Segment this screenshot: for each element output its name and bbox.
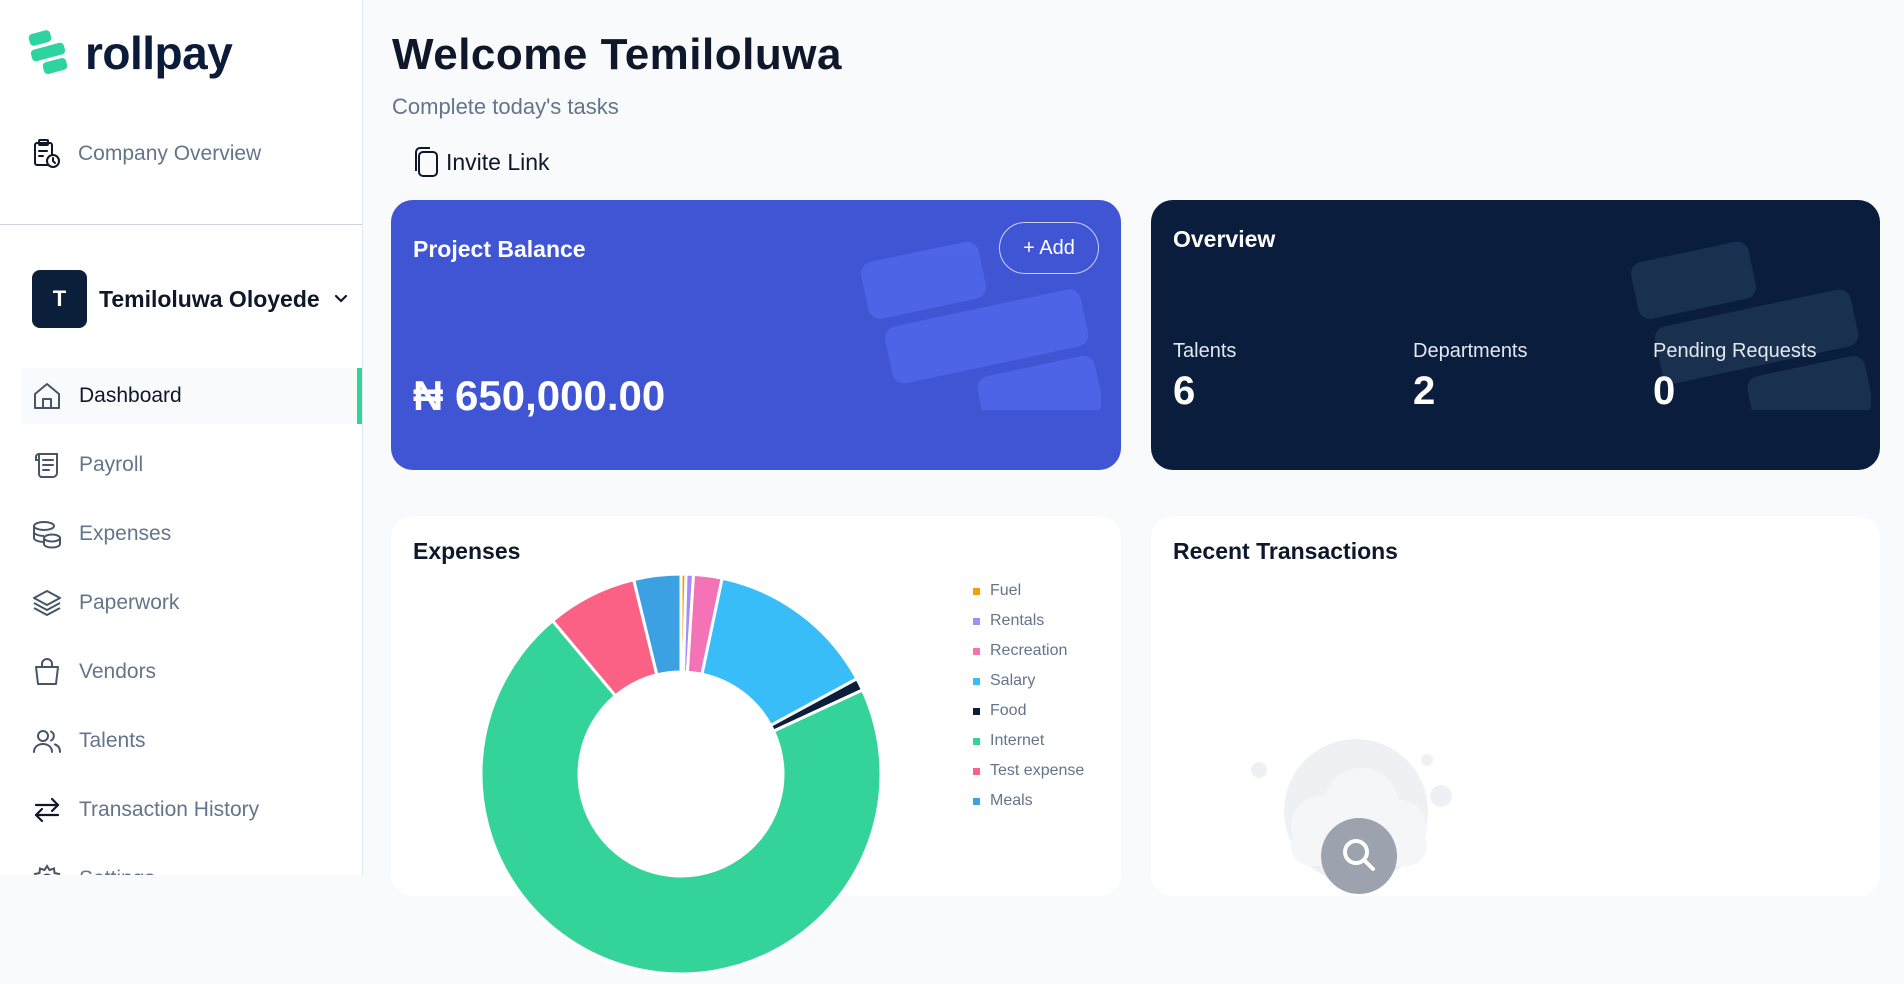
sidebar-item-payroll[interactable]: Payroll [21, 437, 362, 493]
legend-swatch [973, 647, 980, 655]
legend-label: Test expense [990, 762, 1085, 779]
stat-departments: Departments 2 [1413, 340, 1528, 414]
legend-swatch [973, 677, 980, 685]
stat-label: Pending Requests [1653, 340, 1817, 362]
invite-link-button[interactable]: Invite Link [412, 146, 550, 178]
gear-icon [33, 864, 61, 875]
stat-value: 2 [1413, 369, 1436, 413]
coins-icon [33, 521, 61, 549]
recent-transactions-panel: Recent Transactions [1151, 516, 1880, 896]
sidebar-nav: Dashboard Payroll Expenses Paperwork Ven… [21, 368, 362, 875]
project-balance-amount: ₦ 650,000.00 [413, 372, 666, 419]
sidebar-item-vendors[interactable]: Vendors [21, 644, 362, 700]
sidebar-item-label: Expenses [79, 522, 172, 545]
home-icon [34, 383, 60, 409]
sidebar-item-expenses[interactable]: Expenses [21, 506, 362, 562]
expenses-panel: Expenses Fuel Rentals Recreation Salary Food… [391, 516, 1121, 976]
chevron-down-icon [334, 294, 347, 303]
sidebar-item-label: Talents [79, 729, 146, 752]
legend-label: Recreation [990, 642, 1068, 659]
invite-link-label: Invite Link [446, 148, 550, 175]
company-overview-link[interactable]: Company Overview [30, 138, 261, 170]
legend-label: Internet [990, 732, 1045, 749]
expenses-donut-chart [479, 572, 883, 976]
user-switcher[interactable]: T Temiloluwa Oloyede [32, 270, 350, 328]
project-balance-title: Project Balance [413, 236, 586, 262]
legend-item[interactable]: Fuel [973, 576, 1084, 606]
sidebar-item-label: Vendors [79, 660, 157, 683]
brand-name: rollpay [85, 27, 233, 79]
arrows-swap-icon [34, 797, 60, 823]
sidebar-item-talents[interactable]: Talents [21, 713, 362, 769]
legend-item[interactable]: Recreation [973, 636, 1084, 666]
sidebar-divider [0, 224, 362, 225]
legend-label: Food [990, 702, 1027, 719]
avatar: T [32, 270, 87, 328]
expenses-legend: Fuel Rentals Recreation Salary Food Internet T… [973, 576, 1084, 816]
page-title: Welcome Temiloluwa [392, 30, 842, 79]
legend-item[interactable]: Internet [973, 726, 1084, 756]
legend-item[interactable]: Meals [973, 786, 1084, 816]
sidebar-item-label: Paperwork [79, 591, 180, 614]
sidebar-item-label: Dashboard [79, 384, 182, 407]
shopping-bag-icon [35, 658, 59, 685]
stat-pending-requests: Pending Requests 0 [1653, 340, 1816, 414]
layers-icon [33, 590, 61, 616]
legend-item[interactable]: Food [973, 696, 1084, 726]
stat-value: 6 [1173, 369, 1196, 413]
sidebar-item-settings[interactable]: Settings [21, 851, 362, 875]
scroll-icon [35, 453, 58, 478]
sidebar-item-dashboard[interactable]: Dashboard [21, 368, 362, 424]
legend-swatch [973, 587, 980, 595]
sidebar-item-label: Settings [79, 867, 155, 875]
empty-state-cloud-search-icon [1251, 739, 1452, 894]
sidebar-item-label: Transaction History [79, 798, 260, 821]
legend-label: Fuel [990, 582, 1022, 599]
legend-swatch [973, 617, 980, 625]
legend-swatch [973, 797, 980, 805]
logo[interactable]: rollpay [27, 27, 233, 79]
legend-label: Rentals [990, 612, 1045, 629]
legend-swatch [973, 737, 980, 745]
recent-transactions-title: Recent Transactions [1173, 538, 1398, 564]
legend-swatch [973, 707, 980, 715]
page-subtitle: Complete today's tasks [392, 94, 619, 119]
overview-card: Overview Talents 6 Departments 2 Pending… [1151, 200, 1880, 470]
legend-item[interactable]: Rentals [973, 606, 1084, 636]
sidebar: rollpay Company Overview T Temiloluwa Ol… [0, 0, 363, 875]
expenses-title: Expenses [413, 538, 521, 564]
sidebar-item-transaction-history[interactable]: Transaction History [21, 782, 362, 838]
overview-title: Overview [1173, 226, 1276, 252]
copy-icon [415, 147, 438, 177]
legend-item[interactable]: Test expense [973, 756, 1084, 786]
legend-label: Salary [990, 672, 1036, 689]
stat-label: Talents [1173, 340, 1237, 362]
sidebar-item-paperwork[interactable]: Paperwork [21, 575, 362, 631]
legend-item[interactable]: Salary [973, 666, 1084, 696]
rollpay-logo-icon [28, 30, 68, 75]
stat-value: 0 [1653, 369, 1676, 413]
stat-label: Departments [1413, 340, 1528, 362]
user-name: Temiloluwa Oloyede [99, 285, 320, 312]
add-balance-button[interactable]: + Add [999, 222, 1099, 274]
stat-talents: Talents 6 [1173, 340, 1236, 414]
clipboard-clock-icon [34, 139, 60, 168]
sidebar-item-label: Payroll [79, 453, 144, 476]
legend-label: Meals [990, 792, 1033, 809]
legend-swatch [973, 767, 980, 775]
project-balance-card: Project Balance + Add ₦ 650,000.00 [391, 200, 1121, 470]
company-overview-label: Company Overview [78, 142, 262, 165]
users-icon [33, 730, 61, 753]
